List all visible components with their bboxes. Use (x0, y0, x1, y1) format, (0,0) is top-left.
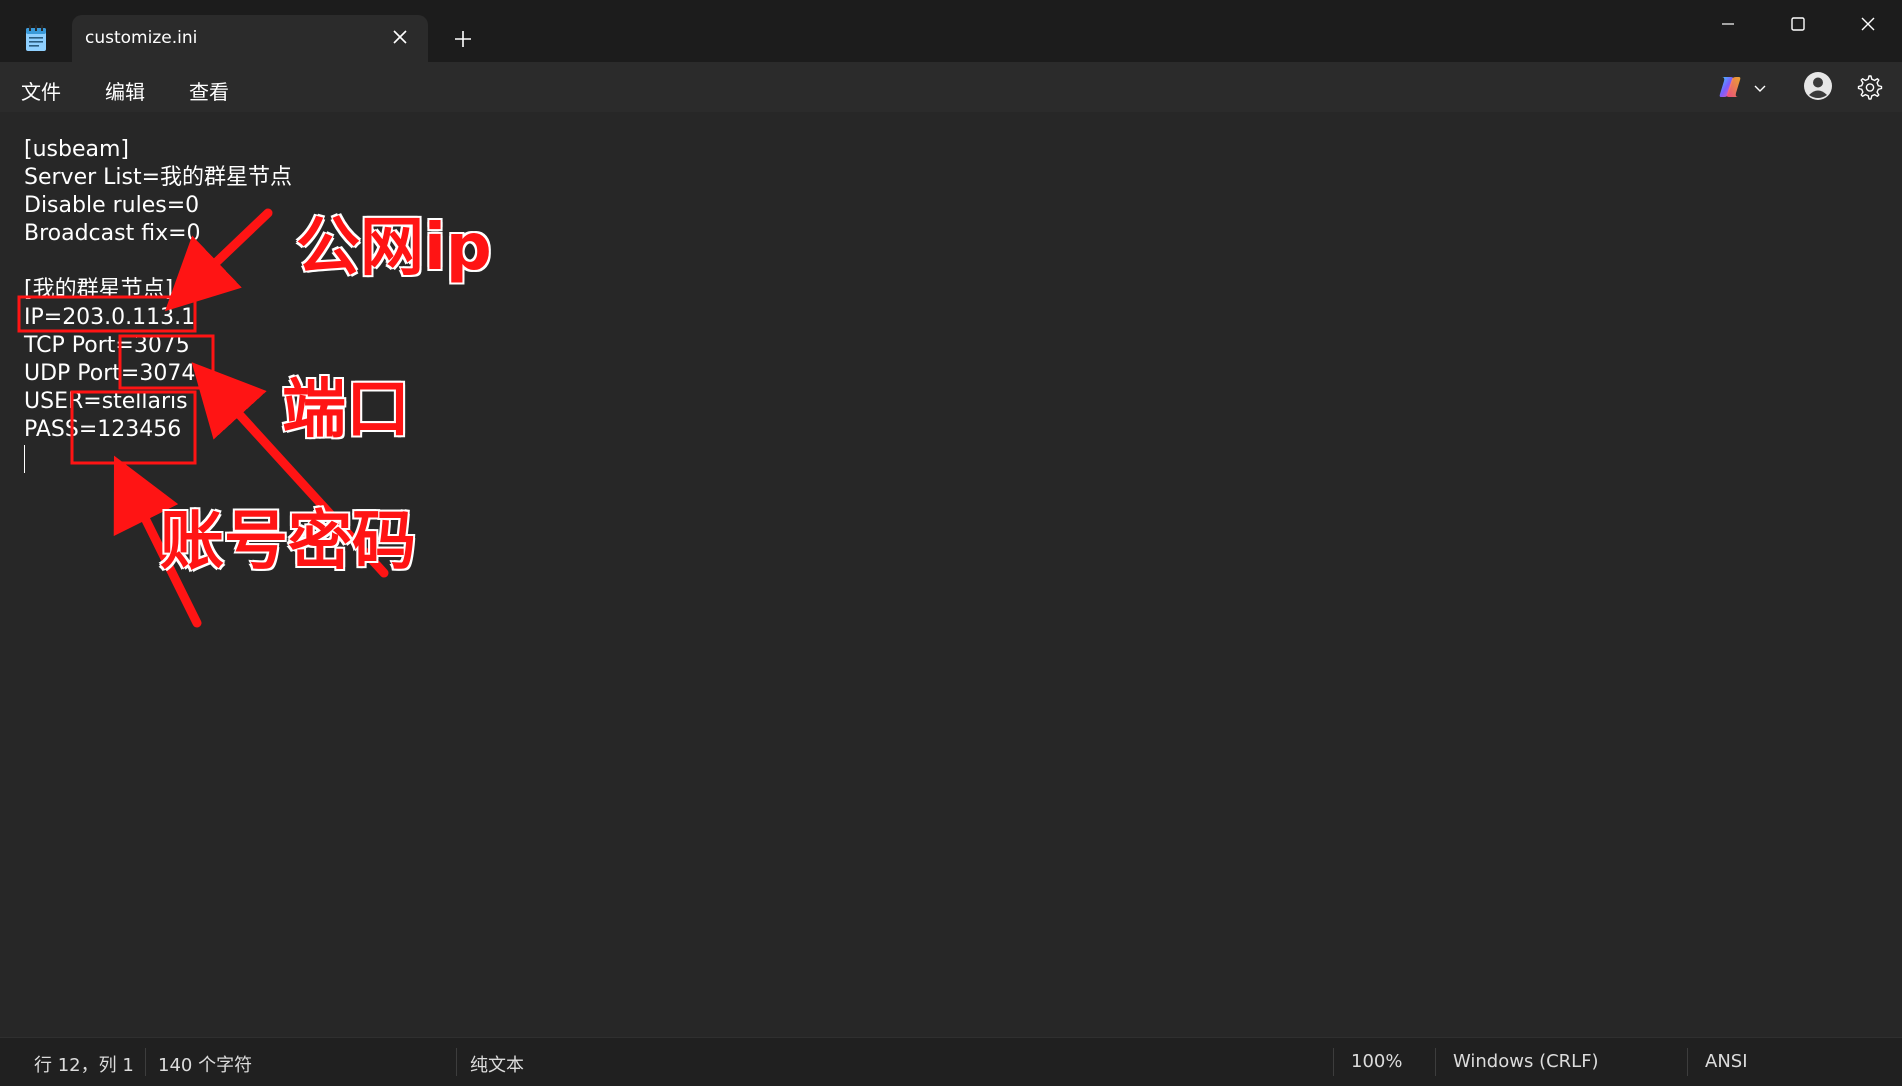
editor-line-1[interactable]: [usbeam] (24, 136, 129, 164)
annotation-label-account: 账号密码 (159, 504, 417, 580)
menu-view[interactable]: 查看 (189, 74, 229, 107)
tab-customize-ini[interactable]: customize.ini (72, 15, 428, 62)
notepad-icon (26, 25, 46, 51)
status-separator (1333, 1048, 1334, 1076)
chevron-down-icon[interactable] (1752, 80, 1768, 96)
minimize-icon[interactable] (1708, 8, 1748, 40)
status-separator (1435, 1048, 1436, 1076)
text-caret (24, 445, 25, 473)
annotation-label-ip: 公网ip (295, 210, 493, 286)
menu-bar: 文件 编辑 查看 (0, 62, 1902, 112)
editor-line-7[interactable]: IP=203.0.113.1 (24, 304, 195, 332)
avatar-icon[interactable] (1803, 71, 1833, 101)
editor-line-3[interactable]: Disable rules=0 (24, 192, 199, 220)
status-separator (456, 1048, 457, 1076)
plus-icon[interactable] (450, 26, 476, 52)
status-separator (145, 1048, 146, 1076)
editor-line-4[interactable]: Broadcast fix=0 (24, 220, 201, 248)
maximize-icon[interactable] (1778, 8, 1818, 40)
editor-line-2[interactable]: Server List=我的群星节点 (24, 164, 292, 192)
window-close-icon[interactable] (1848, 8, 1888, 40)
status-cursor-position: 行 12，列 1 (34, 1055, 134, 1076)
status-char-count: 140 个字符 (158, 1055, 253, 1076)
menu-file[interactable]: 文件 (21, 74, 61, 107)
status-separator (1687, 1048, 1688, 1076)
close-icon[interactable] (388, 25, 412, 49)
status-zoom[interactable]: 100% (1351, 1051, 1402, 1072)
status-bar: 行 12，列 1 140 个字符 纯文本 100% Windows (CRLF)… (0, 1037, 1902, 1086)
editor-line-6[interactable]: [我的群星节点] (24, 276, 173, 304)
annotation-label-port: 端口 (281, 372, 411, 448)
editor-line-9[interactable]: UDP Port=3074 (24, 360, 195, 388)
title-bar: customize.ini (0, 0, 1902, 62)
copilot-icon[interactable] (1716, 73, 1744, 101)
editor-line-8[interactable]: TCP Port=3075 (24, 332, 190, 360)
status-format[interactable]: 纯文本 (470, 1051, 524, 1077)
editor-line-10[interactable]: USER=stellaris (24, 388, 188, 416)
menu-edit[interactable]: 编辑 (105, 74, 145, 107)
status-encoding[interactable]: ANSI (1705, 1051, 1748, 1072)
status-line-ending[interactable]: Windows (CRLF) (1453, 1051, 1599, 1072)
tab-title: customize.ini (85, 28, 198, 48)
editor-line-11[interactable]: PASS=123456 (24, 416, 181, 444)
gear-icon[interactable] (1855, 73, 1883, 101)
